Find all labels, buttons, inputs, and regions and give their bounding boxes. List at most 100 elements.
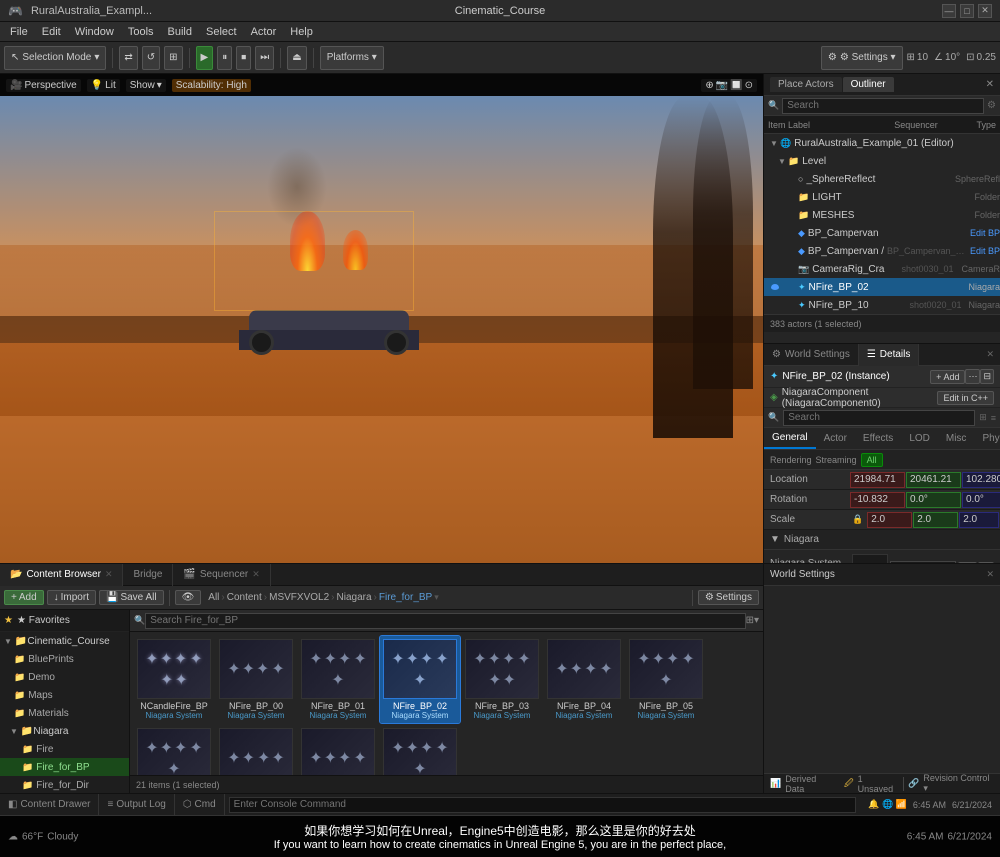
menu-build[interactable]: Build bbox=[162, 23, 198, 41]
breadcrumb-fire[interactable]: Fire_for_BP bbox=[379, 592, 432, 603]
scale-y-input[interactable] bbox=[913, 512, 958, 528]
asset-nfire05[interactable]: ✦✦✦ ✦✦ NFire_BP_05 Niagara System bbox=[626, 636, 706, 723]
menu-edit[interactable]: Edit bbox=[36, 23, 67, 41]
asset-nfire08[interactable]: ✦✦✦ ✦ NFire_BP_08 Niagara System bbox=[298, 725, 378, 775]
breadcrumb-niagara[interactable]: Niagara bbox=[337, 592, 372, 603]
asset-nfire03[interactable]: ✦✦✦ ✦✦✦ NFire_BP_03 Niagara System bbox=[462, 636, 542, 723]
tree-item-bp-campervan2[interactable]: ◆ BP_Campervan / BP_Campervan_Chaos2... … bbox=[764, 242, 1000, 260]
outliner-tab[interactable]: Outliner bbox=[843, 77, 894, 92]
menu-window[interactable]: Window bbox=[69, 23, 120, 41]
search-filter-icon[interactable]: ≡ bbox=[991, 413, 996, 423]
content-tab-close[interactable]: ✕ bbox=[105, 569, 113, 580]
play-button[interactable]: ▶ bbox=[196, 46, 214, 70]
asset-ncandle[interactable]: ✦✦✦ ✦✦✦ NCandleFire_BP Niagara System bbox=[134, 636, 214, 723]
tree-item-meshes[interactable]: 📁 MESHES Folder bbox=[764, 206, 1000, 224]
add-component-button[interactable]: + Add bbox=[930, 370, 965, 384]
asset-search-input[interactable] bbox=[145, 613, 745, 629]
details-close-button[interactable]: ✕ bbox=[980, 349, 1000, 360]
viewport-3d[interactable] bbox=[0, 74, 763, 563]
sidebar-blueprints[interactable]: 📁 BluePrints bbox=[0, 650, 129, 668]
cmd-tab[interactable]: ⬡ Cmd bbox=[175, 794, 225, 816]
settings-button[interactable]: ⚙ ⚙ Settings ▾ bbox=[821, 46, 903, 70]
visibility-eye[interactable] bbox=[768, 284, 782, 290]
details-search-input[interactable] bbox=[783, 410, 975, 426]
perspective-button[interactable]: 🎥 Perspective bbox=[6, 79, 81, 92]
selection-mode-button[interactable]: ↖ Selection Mode ▾ bbox=[4, 46, 106, 70]
location-y-input[interactable] bbox=[906, 472, 961, 488]
place-actors-tab[interactable]: Place Actors bbox=[770, 77, 842, 92]
menu-tools[interactable]: Tools bbox=[122, 23, 160, 41]
content-browser-tab[interactable]: 📂 Content Browser ✕ bbox=[0, 564, 123, 586]
tree-item-nfire-bp02[interactable]: ✦ NFire_BP_02 Niagara bbox=[764, 278, 1000, 296]
menu-select[interactable]: Select bbox=[200, 23, 243, 41]
breadcrumb-msvfx[interactable]: MSVFXVOL2 bbox=[269, 592, 329, 603]
rotation-y-input[interactable] bbox=[906, 492, 961, 508]
scale-z-input[interactable] bbox=[959, 512, 999, 528]
scale-btn[interactable]: ⊞ bbox=[164, 46, 182, 70]
tree-item-sphere[interactable]: ○ _SphereReflect SphereRefl bbox=[764, 170, 1000, 188]
tree-item-nfire-bp10[interactable]: ✦ NFire_BP_10 shot0020_01 Niagara bbox=[764, 296, 1000, 314]
world-settings-tab[interactable]: ⚙ World Settings bbox=[764, 344, 858, 366]
tree-item-root[interactable]: ▼ 🌐 RuralAustralia_Example_01 (Editor) bbox=[764, 134, 1000, 152]
outliner-search-input[interactable] bbox=[782, 98, 984, 114]
asset-nfire06[interactable]: ✦✦✦ ✦✦ NFire_BP_06 Niagara System bbox=[134, 725, 214, 775]
scalability-button[interactable]: Scalability: High bbox=[172, 79, 251, 92]
asset-nfire04[interactable]: ✦✦✦ ✦ NFire_BP_04 Niagara System bbox=[544, 636, 624, 723]
sequencer-tab-close[interactable]: ✕ bbox=[252, 569, 260, 580]
location-x-input[interactable] bbox=[850, 472, 905, 488]
asset-grid-container[interactable]: ✦✦✦ ✦✦✦ NCandleFire_BP Niagara System bbox=[130, 632, 763, 775]
transform-btn[interactable]: ⇄ bbox=[119, 46, 137, 70]
breadcrumb-all[interactable]: All bbox=[208, 592, 219, 603]
show-button[interactable]: Show ▾ bbox=[126, 79, 166, 92]
details-tab[interactable]: ☰ Details bbox=[858, 344, 920, 366]
menu-help[interactable]: Help bbox=[284, 23, 319, 41]
niagara-section-header[interactable]: ▼ Niagara bbox=[764, 530, 1000, 550]
pause-button[interactable]: ⏸ bbox=[217, 46, 232, 70]
eject-button[interactable]: ⏏ bbox=[287, 46, 306, 70]
all-button[interactable]: All bbox=[861, 453, 883, 467]
revision-control-label[interactable]: Revision Control ▾ bbox=[923, 773, 994, 793]
sidebar-fire-for-dir[interactable]: 📁 Fire_for_Dir bbox=[0, 776, 129, 793]
camera-controls[interactable]: ⊕ 📷🔲⊙ bbox=[701, 79, 757, 92]
breadcrumb-dropdown[interactable]: ▾ bbox=[434, 592, 439, 603]
console-input[interactable] bbox=[229, 797, 857, 813]
rotate-btn[interactable]: ↺ bbox=[142, 46, 160, 70]
tab-lod[interactable]: LOD bbox=[901, 428, 938, 449]
sequencer-tab[interactable]: 🎬 Sequencer ✕ bbox=[173, 564, 270, 586]
component-menu-button[interactable]: ⊟ bbox=[980, 369, 994, 384]
close-button[interactable]: ✕ bbox=[978, 4, 992, 18]
tree-item-light[interactable]: 📁 LIGHT Folder bbox=[764, 188, 1000, 206]
stop-button[interactable]: ⏹ bbox=[236, 46, 251, 70]
filter-options-icon[interactable]: ⊞ bbox=[746, 615, 754, 626]
rotation-x-input[interactable] bbox=[850, 492, 905, 508]
cinematic-header[interactable]: ▼ 📁 Cinematic_Course bbox=[0, 632, 129, 650]
panel-close-button[interactable]: ✕ bbox=[986, 79, 994, 90]
location-z-input[interactable] bbox=[962, 472, 1000, 488]
lit-button[interactable]: 💡 Lit bbox=[87, 79, 120, 92]
cb-settings-button[interactable]: ⚙ Settings bbox=[698, 590, 759, 605]
breadcrumb-content[interactable]: Content bbox=[227, 592, 262, 603]
close-details-icon[interactable]: ✕ bbox=[986, 569, 994, 580]
tab-actor[interactable]: Actor bbox=[816, 428, 855, 449]
tab-misc[interactable]: Misc bbox=[938, 428, 975, 449]
asset-nfire00[interactable]: ✦✦✦ ✦ NFire_BP_00 Niagara System bbox=[216, 636, 296, 723]
asset-nfire07[interactable]: ✦✦ ✦✦ NFire_BP_07 Niagara System bbox=[216, 725, 296, 775]
asset-nfire09[interactable]: ✦✦✦ ✦✦ NFire_BP_09 Niagara System bbox=[380, 725, 460, 775]
step-button[interactable]: ⏭ bbox=[255, 46, 274, 70]
component-options-button[interactable]: ⋯ bbox=[965, 369, 980, 384]
asset-nfire02[interactable]: ✦✦✦ ✦✦ NFire_BP_02 Niagara System bbox=[380, 636, 460, 723]
search-options-icon[interactable]: ⊞ bbox=[979, 412, 987, 423]
tab-physics[interactable]: Physics bbox=[974, 428, 1000, 449]
content-drawer-tab[interactable]: ◧ Content Drawer bbox=[0, 794, 99, 816]
tree-item-bp-campervan1[interactable]: ◆ BP_Campervan Edit BP bbox=[764, 224, 1000, 242]
rotation-z-input[interactable] bbox=[962, 492, 1000, 508]
niagara-header[interactable]: ▼ 📁 Niagara bbox=[0, 722, 129, 740]
menu-actor[interactable]: Actor bbox=[245, 23, 283, 41]
bridge-tab[interactable]: Bridge bbox=[123, 564, 173, 586]
sidebar-fire-for-bp[interactable]: 📁 Fire_for_BP bbox=[0, 758, 129, 776]
asset-nfire01[interactable]: ✦✦✦ ✦✦ NFire_BP_01 Niagara System bbox=[298, 636, 378, 723]
dropdown-arrow[interactable]: ▾ bbox=[754, 615, 759, 626]
sidebar-fire[interactable]: 📁 Fire bbox=[0, 740, 129, 758]
filter-icon[interactable]: ⚙ bbox=[987, 100, 996, 111]
tree-item-level[interactable]: ▼ 📁 Level bbox=[764, 152, 1000, 170]
